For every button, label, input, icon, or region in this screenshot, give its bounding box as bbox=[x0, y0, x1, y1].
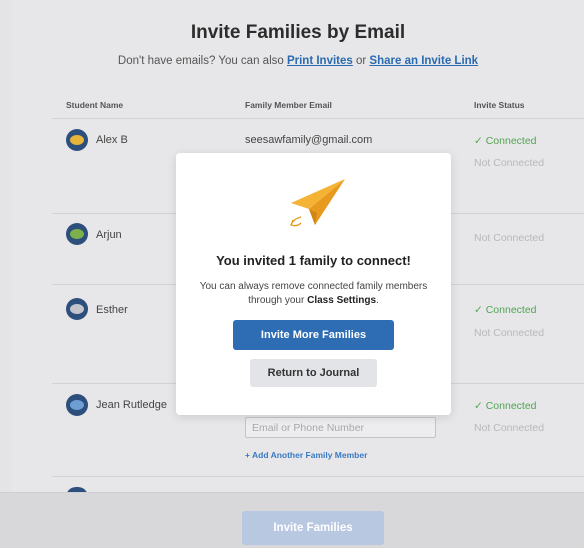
add-family-member-link[interactable]: + Add Another Family Member bbox=[245, 450, 367, 460]
success-modal: You invited 1 family to connect! You can… bbox=[176, 153, 451, 415]
return-to-journal-button[interactable]: Return to Journal bbox=[250, 359, 377, 387]
student-name: Esther bbox=[96, 304, 128, 316]
status-connected: ✓ Connected bbox=[474, 135, 537, 147]
status-not-connected: Not Connected bbox=[474, 157, 545, 169]
email-or-phone-input[interactable]: Email or Phone Number bbox=[245, 417, 436, 438]
family-email: seesawfamily@gmail.com bbox=[245, 134, 373, 146]
status-not-connected: Not Connected bbox=[474, 327, 545, 339]
print-invites-link[interactable]: Print Invites bbox=[287, 55, 353, 67]
avatar-whale-icon bbox=[66, 394, 88, 416]
avatar-mouse-icon bbox=[66, 298, 88, 320]
paper-plane-icon bbox=[290, 179, 345, 227]
avatar-bee-icon bbox=[66, 129, 88, 151]
row-divider bbox=[52, 476, 584, 477]
status-connected: ✓ Connected bbox=[474, 400, 537, 412]
modal-title: You invited 1 family to connect! bbox=[216, 253, 411, 268]
header-family-email: Family Member Email bbox=[245, 100, 332, 110]
status-not-connected: Not Connected bbox=[474, 422, 545, 434]
row-divider bbox=[52, 118, 584, 119]
modal-body: You can always remove connected family m… bbox=[199, 281, 428, 306]
share-invite-link[interactable]: Share an Invite Link bbox=[369, 55, 478, 67]
invite-families-button[interactable]: Invite Families bbox=[242, 511, 384, 545]
student-name: Alex B bbox=[96, 134, 128, 146]
class-settings-text: Class Settings bbox=[307, 295, 377, 306]
status-connected: ✓ Connected bbox=[474, 304, 537, 316]
header-student-name: Student Name bbox=[66, 100, 124, 110]
header-invite-status: Invite Status bbox=[474, 100, 525, 110]
page-subtitle: Don't have emails? You can also Print In… bbox=[117, 55, 479, 67]
status-not-connected: Not Connected bbox=[474, 232, 545, 244]
avatar-fish-icon bbox=[66, 223, 88, 245]
invite-more-families-button[interactable]: Invite More Families bbox=[233, 320, 394, 350]
student-name: Arjun bbox=[96, 229, 122, 241]
student-name: Jean Rutledge bbox=[96, 399, 167, 411]
page-title: Invite Families by Email bbox=[190, 22, 406, 43]
